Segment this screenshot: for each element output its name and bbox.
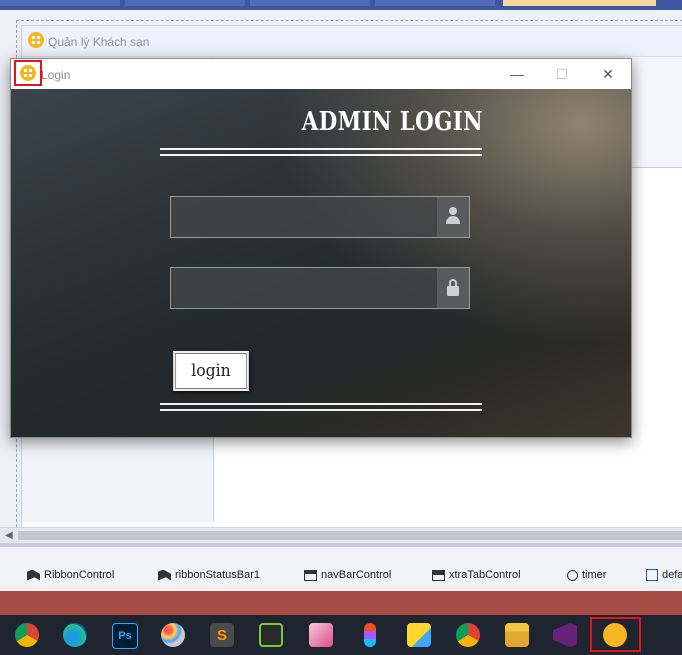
tab-strip-segment[interactable] [375,0,495,6]
tray-item-xtratabcontrol[interactable]: xtraTabControl [432,569,521,581]
ribbon-icon [158,569,171,581]
admin-login-heading: ADMIN LOGIN [301,107,483,137]
tray-item-ribboncontrol[interactable]: RibbonControl [27,569,114,581]
paint-icon[interactable] [161,623,185,647]
figma-icon[interactable] [364,623,376,647]
tray-item-navbarcontrol[interactable]: navBarControl [304,569,391,581]
tab-strip-segment[interactable] [250,0,370,6]
lock-icon [447,279,459,297]
taskbar: Ps S [0,615,682,655]
tray-item-label: defa [662,569,682,581]
password-input[interactable] [171,268,437,308]
tray-item-default[interactable]: defa [646,569,682,581]
tab-strip-segment[interactable] [0,0,120,6]
minimize-icon[interactable]: — [502,63,532,85]
login-dialog: Login — ☐ ✕ ADMIN LOGIN login [10,58,632,438]
chrome-profile-icon[interactable] [456,623,480,647]
tab-strip-segment[interactable] [125,0,245,6]
tray-item-label: navBarControl [321,569,392,581]
anime-app-icon[interactable] [309,623,333,647]
username-input[interactable] [171,197,437,237]
sticky-icon[interactable] [407,623,431,647]
hotel-app-icon [28,32,44,48]
designer-form-titlebar: Quản lý Khách sạn [22,26,682,57]
close-icon[interactable]: ✕ [593,63,623,85]
photoshop-icon[interactable]: Ps [112,623,138,649]
footer-divider [160,403,482,411]
dialog-body: ADMIN LOGIN login [11,89,631,437]
username-field[interactable] [170,196,470,238]
component-tray: RibbonControl ribbonStatusBar1 navBarCon… [0,546,682,592]
tray-item-label: timer [582,569,607,581]
navbar-icon [304,569,317,581]
terminal-icon[interactable] [259,623,283,647]
heading-divider [160,148,482,156]
sublime-label: S [216,626,227,644]
icon-highlight-box [14,60,42,86]
taskbar-highlight-box [590,617,641,652]
scroll-left-arrow-icon[interactable]: ◀ [5,530,13,541]
user-icon [446,207,460,225]
scrollbar-thumb[interactable] [18,531,682,540]
designer-form-title: Quản lý Khách sạn [48,35,150,49]
login-button[interactable]: login [173,351,249,391]
timer-icon [567,569,578,581]
horizontal-scrollbar[interactable]: ◀ [0,527,682,543]
sublime-icon[interactable]: S [210,623,234,647]
designer-tab-strip [0,0,682,10]
tab-strip-active[interactable] [503,0,656,6]
tray-item-timer[interactable]: timer [567,569,606,581]
password-field[interactable] [170,267,470,309]
tray-item-label: xtraTabControl [449,569,521,581]
tray-item-label: RibbonControl [44,569,115,581]
folder-icon[interactable] [505,623,529,647]
photoshop-label: Ps [118,630,132,642]
component-icon [646,569,658,581]
dialog-title: Login [41,68,71,82]
tray-item-ribbonstatusbar[interactable]: ribbonStatusBar1 [158,569,260,581]
username-icon-cell [437,197,469,237]
tray-item-label: ribbonStatusBar1 [175,569,260,581]
dialog-titlebar[interactable]: Login — ☐ ✕ [11,59,631,89]
desktop-strip [0,591,682,615]
password-icon-cell [437,268,469,308]
maximize-icon[interactable]: ☐ [547,63,577,85]
visual-studio-icon[interactable] [553,623,577,647]
chrome-icon[interactable] [15,623,39,647]
ribbon-icon [27,569,40,581]
tab-control-icon [432,569,445,581]
edge-icon[interactable] [63,623,87,647]
